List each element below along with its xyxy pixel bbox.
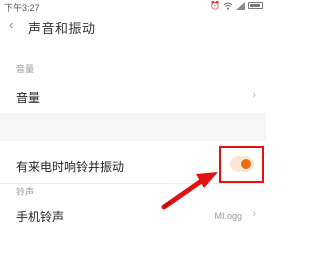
section-header-volume: 音量 [16, 64, 35, 74]
volume-row-label: 音量 [16, 91, 41, 105]
chevron-right-icon: › [252, 89, 256, 101]
title-bar: ‹ 声音和振动 [0, 12, 266, 38]
toggle-knob [241, 159, 251, 169]
phone-ringtone-label: 手机铃声 [16, 210, 65, 224]
volume-row[interactable]: 音量 › [0, 80, 266, 112]
alarm-icon: ⏰ [210, 1, 220, 10]
status-bar: 下午3:27 ⏰ [0, 0, 266, 13]
chevron-left-icon[interactable]: ‹ [9, 18, 23, 32]
battery-icon [248, 2, 263, 9]
section-gap [0, 113, 266, 141]
ring-and-vibrate-toggle[interactable] [230, 156, 254, 172]
page-title: 声音和振动 [28, 21, 96, 36]
section-header-ringtone: 铃声 [16, 187, 35, 197]
status-icons: ⏰ [210, 0, 263, 11]
chevron-right-icon: › [252, 208, 256, 220]
signal-icon [236, 1, 245, 10]
ring-and-vibrate-label: 有来电时响铃并振动 [16, 160, 125, 174]
annotation-arrow-icon [161, 172, 218, 210]
wifi-icon [223, 2, 233, 9]
